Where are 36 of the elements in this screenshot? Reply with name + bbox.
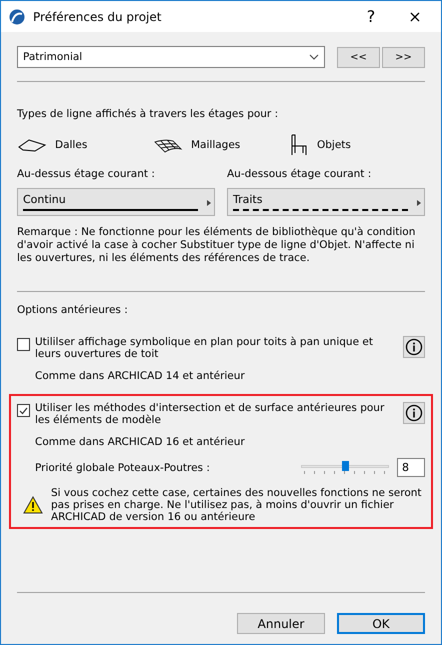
- checkbox[interactable]: [17, 404, 30, 417]
- note-text: Remarque : Ne fonctionne pour les éléments de bibliothèque qu'à condition d'avoir activé la case à cocher Substituer type de ligne d'Objet. N'affecte ni les ouvertures, ni les éléments des références de trace.: [17, 226, 416, 265]
- option-subtitle: Comme dans ARCHICAD 14 et antérieur: [34, 370, 246, 382]
- preset-dropdown[interactable]: Patrimonial: [17, 46, 325, 68]
- priority-label: Priorité globale Poteaux-Poutres :: [35, 462, 211, 474]
- checkbox[interactable]: [17, 338, 30, 351]
- slab-icon: [17, 137, 47, 153]
- priority-field[interactable]: 8: [397, 458, 425, 477]
- line-type-label: Au-dessous étage courant :: [227, 168, 372, 180]
- line-type-button[interactable]: Traits: [227, 188, 425, 216]
- option-subtitle: Comme dans ARCHICAD 16 et antérieur: [34, 436, 246, 448]
- chair-icon: [289, 134, 309, 156]
- mesh-icon: [153, 137, 183, 153]
- next-button[interactable]: >>: [382, 46, 425, 68]
- info-button[interactable]: [403, 402, 425, 424]
- warning-text: Si vous cochez cette case, certaines des nouvelles fonctions ne seront pas prises en charge. Ne l'utilisez pas, à moins d'ouvrir un fichier ARCHICAD de version 16 ou antérieure: [51, 487, 423, 523]
- option-label: Utililser affichage symbolique en plan pour toits à pan unique et leurs ouvertures de toit: [35, 336, 374, 360]
- element-type-label: Objets: [317, 139, 351, 151]
- ok-button[interactable]: OK: [337, 613, 425, 634]
- previous-button[interactable]: <<: [337, 46, 380, 68]
- slider[interactable]: [301, 460, 389, 474]
- window-title: Préférences du projet: [33, 10, 162, 24]
- app-logo-icon: [9, 8, 25, 24]
- element-type-label: Maillages: [191, 139, 240, 151]
- section-heading: Types de ligne affichés à travers les étages pour :: [17, 108, 280, 120]
- cancel-button[interactable]: Annuler: [237, 613, 325, 634]
- close-button[interactable]: ×: [397, 6, 433, 27]
- warning-icon: [23, 496, 43, 514]
- element-type-label: Dalles: [55, 139, 88, 151]
- section-heading: Options antérieures :: [17, 304, 129, 316]
- help-button[interactable]: ?: [353, 6, 389, 27]
- chevron-down-icon: [309, 54, 319, 60]
- info-button[interactable]: [403, 336, 425, 358]
- line-type-label: Au-dessus étage courant :: [17, 168, 156, 180]
- line-type-button[interactable]: Continu: [17, 188, 215, 216]
- option-label: Utiliser les méthodes d'intersection et de surface antérieures pour les éléments de modèle: [35, 402, 386, 426]
